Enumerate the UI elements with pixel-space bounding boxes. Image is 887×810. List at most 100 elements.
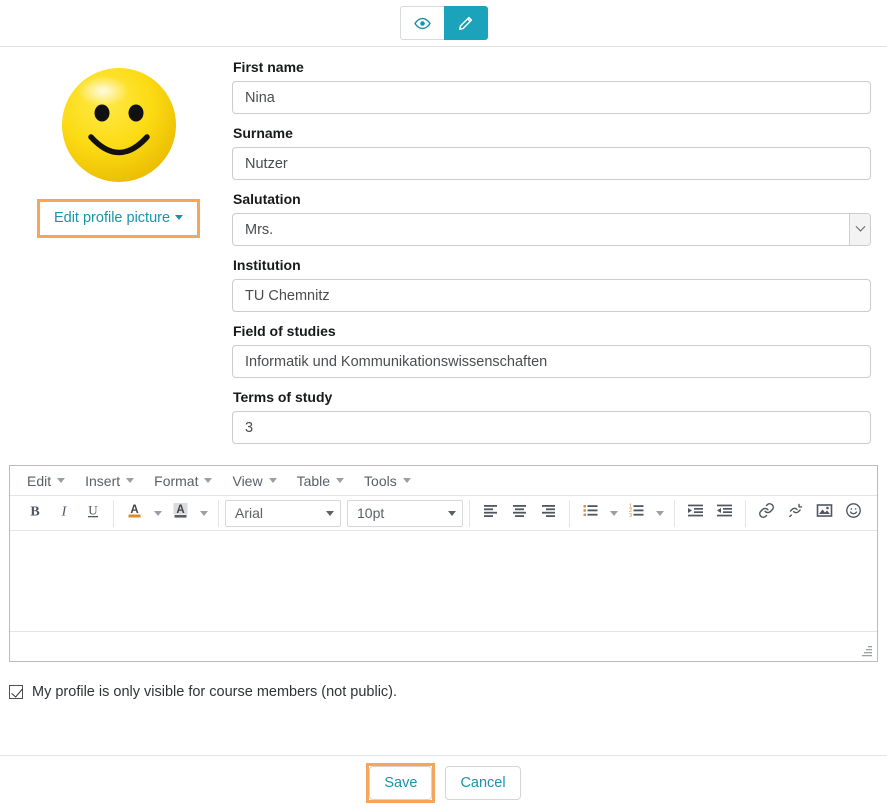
underline-button[interactable]: U [78, 500, 107, 527]
salutation-select[interactable]: Mrs. [232, 213, 871, 246]
bullet-list-button[interactable] [576, 500, 605, 527]
menu-table[interactable]: Table [290, 470, 351, 492]
bold-button[interactable]: B [20, 500, 49, 527]
institution-input[interactable] [232, 279, 871, 312]
link-icon [758, 502, 775, 524]
align-right-icon [540, 502, 557, 524]
field-first-name: First name [232, 59, 871, 114]
cancel-button[interactable]: Cancel [445, 766, 520, 800]
editor-statusbar [10, 631, 877, 661]
toolbar-group-lists: 1 2 3 [570, 500, 675, 527]
terms-of-study-label: Terms of study [233, 389, 871, 405]
institution-label: Institution [233, 257, 871, 273]
outdent-icon [716, 502, 733, 524]
caret-down-icon [326, 511, 334, 516]
menu-format[interactable]: Format [147, 470, 219, 492]
bullet-list-dropdown[interactable] [605, 500, 622, 527]
profile-body: Edit profile picture First name Surname … [0, 47, 887, 455]
caret-down-icon [126, 478, 134, 483]
text-color-button[interactable]: A [120, 500, 149, 527]
field-surname: Surname [232, 125, 871, 180]
caret-down-icon [57, 478, 65, 483]
edit-profile-picture-label: Edit profile picture [54, 210, 170, 226]
link-button[interactable] [752, 500, 781, 527]
menu-tools[interactable]: Tools [357, 470, 418, 492]
save-button[interactable]: Save [369, 766, 432, 800]
menu-view[interactable]: View [225, 470, 283, 492]
mode-toggle-group [400, 6, 488, 40]
indent-button[interactable] [681, 500, 710, 527]
caret-down-icon [175, 215, 183, 220]
caret-down-icon [200, 511, 208, 516]
first-name-input[interactable] [232, 81, 871, 114]
align-center-button[interactable] [505, 500, 534, 527]
svg-text:A: A [176, 504, 184, 516]
bullet-list-icon [582, 502, 599, 524]
edit-profile-picture-button[interactable]: Edit profile picture [40, 202, 197, 235]
edit-profile-picture-annotation: Edit profile picture [37, 199, 200, 238]
menu-edit-label: Edit [27, 473, 51, 489]
privacy-checkbox-label[interactable]: My profile is only visible for course me… [32, 684, 397, 700]
preview-mode-button[interactable] [400, 6, 444, 40]
unlink-button[interactable] [781, 500, 810, 527]
caret-down-icon [403, 478, 411, 483]
menu-table-label: Table [297, 473, 330, 489]
caret-down-icon [656, 511, 664, 516]
caret-down-icon [204, 478, 212, 483]
svg-text:3: 3 [629, 513, 632, 519]
privacy-checkbox-row: My profile is only visible for course me… [9, 684, 887, 700]
privacy-checkbox[interactable] [9, 685, 23, 699]
menu-tools-label: Tools [364, 473, 397, 489]
caret-down-icon [610, 511, 618, 516]
field-institution: Institution [232, 257, 871, 312]
field-of-studies-label: Field of studies [233, 323, 871, 339]
caret-down-icon [448, 511, 456, 516]
numbered-list-icon: 1 2 3 [628, 502, 645, 524]
surname-input[interactable] [232, 147, 871, 180]
rich-text-editor: Edit Insert Format View Table Tools [9, 465, 878, 662]
align-center-icon [511, 502, 528, 524]
numbered-list-button[interactable]: 1 2 3 [622, 500, 651, 527]
field-salutation: Salutation Mrs. [232, 191, 871, 246]
emoticon-button[interactable] [839, 500, 868, 527]
menu-insert[interactable]: Insert [78, 470, 141, 492]
background-color-dropdown[interactable] [195, 500, 212, 527]
align-right-button[interactable] [534, 500, 563, 527]
smiley-face-avatar [59, 65, 179, 185]
edit-mode-button[interactable] [444, 6, 488, 40]
indent-icon [687, 502, 704, 524]
image-button[interactable] [810, 500, 839, 527]
menu-format-label: Format [154, 473, 198, 489]
italic-button[interactable]: I [49, 500, 78, 527]
toolbar-group-text-style: B I U [14, 500, 114, 527]
editor-content-area[interactable] [10, 531, 877, 631]
font-family-select[interactable]: Arial [225, 500, 341, 527]
numbered-list-dropdown[interactable] [651, 500, 668, 527]
resize-grip-icon[interactable] [859, 644, 873, 658]
salutation-label: Salutation [233, 191, 871, 207]
emoticon-icon [845, 502, 862, 524]
svg-text:B: B [30, 504, 39, 519]
bold-icon: B [27, 503, 43, 524]
font-size-select[interactable]: 10pt [347, 500, 463, 527]
field-field-of-studies: Field of studies [232, 323, 871, 378]
field-of-studies-input[interactable] [232, 345, 871, 378]
pencil-icon [457, 15, 474, 32]
toolbar-group-indent [675, 500, 746, 527]
outdent-button[interactable] [710, 500, 739, 527]
eye-icon [414, 15, 431, 32]
terms-of-study-input[interactable] [232, 411, 871, 444]
caret-down-icon [154, 511, 162, 516]
text-color-dropdown[interactable] [149, 500, 166, 527]
svg-text:I: I [60, 504, 67, 519]
editor-toolbar: B I U [10, 496, 877, 531]
image-icon [816, 502, 833, 524]
field-terms-of-study: Terms of study [232, 389, 871, 444]
align-left-button[interactable] [476, 500, 505, 527]
background-color-button[interactable]: A [166, 500, 195, 527]
menu-view-label: View [232, 473, 262, 489]
menu-edit[interactable]: Edit [20, 470, 72, 492]
profile-form: First name Surname Salutation Mrs. [221, 59, 871, 455]
profile-edit-page: Edit profile picture First name Surname … [0, 0, 887, 810]
font-size-value: 10pt [357, 505, 384, 521]
